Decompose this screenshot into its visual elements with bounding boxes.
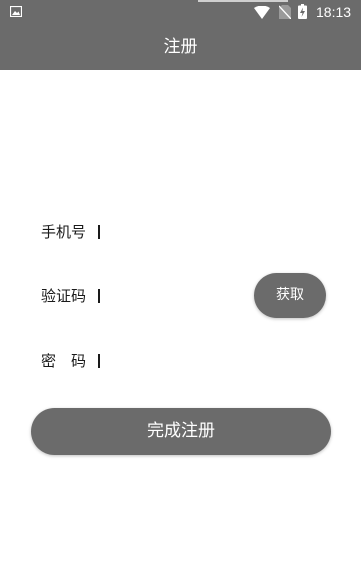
- password-row: 密 码: [41, 350, 246, 372]
- complete-registration-button[interactable]: 完成注册: [31, 408, 331, 455]
- get-code-button[interactable]: 获取: [254, 273, 326, 318]
- text-cursor: [98, 354, 100, 368]
- text-cursor: [98, 289, 100, 303]
- password-label: 密 码: [41, 352, 87, 370]
- page-title: 注册: [163, 37, 198, 57]
- status-bar: 18:13: [0, 0, 361, 25]
- text-cursor: [98, 225, 100, 239]
- wifi-icon: [254, 6, 270, 19]
- code-label: 验证码: [41, 287, 87, 305]
- password-input[interactable]: [96, 350, 246, 372]
- no-sim-icon: [279, 5, 291, 19]
- battery-charging-icon: [298, 4, 307, 19]
- phone-row: 手机号: [41, 221, 246, 243]
- status-time: 18:13: [316, 4, 352, 20]
- phone-label: 手机号: [41, 223, 87, 241]
- app-bar: 注册: [0, 25, 361, 70]
- progress-indicator: [198, 0, 288, 2]
- code-input[interactable]: [96, 285, 246, 307]
- code-row: 验证码: [41, 285, 246, 307]
- phone-input[interactable]: [96, 221, 246, 243]
- image-icon: [10, 6, 22, 17]
